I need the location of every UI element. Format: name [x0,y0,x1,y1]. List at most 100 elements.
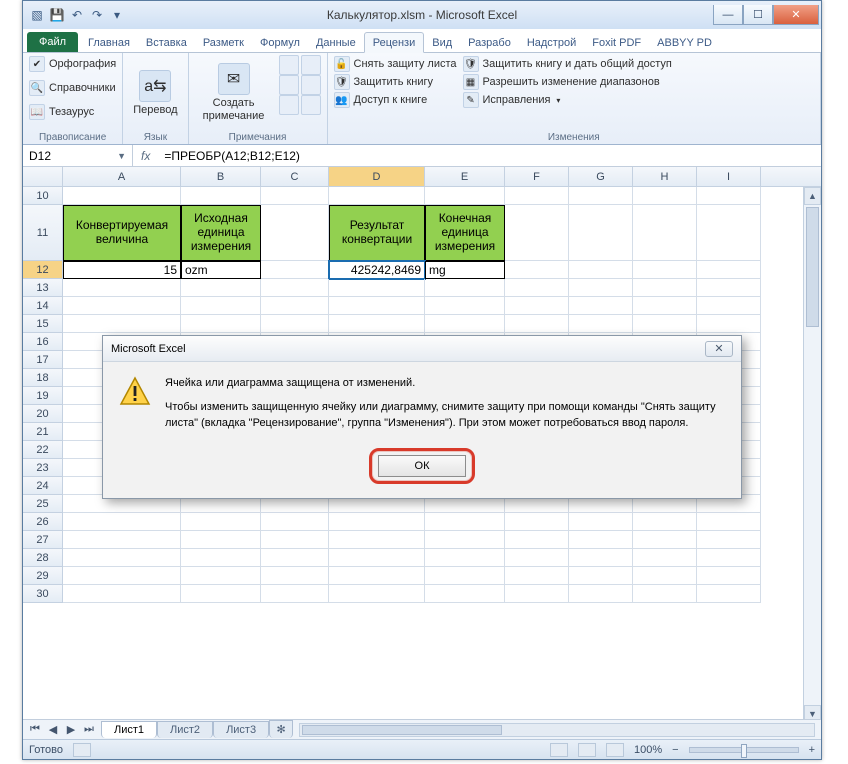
zoom-out-button[interactable]: − [672,744,678,756]
cell-A15[interactable] [63,315,181,333]
cell-I30[interactable] [697,585,761,603]
cell-H30[interactable] [633,585,697,603]
cell-D26[interactable] [329,513,425,531]
cell-B10[interactable] [181,187,261,205]
cell-H28[interactable] [633,549,697,567]
cell-E12[interactable]: mg [425,261,505,279]
tab-view[interactable]: Вид [424,33,460,52]
row-header-27[interactable]: 27 [23,531,63,549]
cell-E26[interactable] [425,513,505,531]
cell-B29[interactable] [181,567,261,585]
tab-addins[interactable]: Надстрой [519,33,584,52]
sheet-tab-3[interactable]: Лист3 [213,721,269,738]
cell-D10[interactable] [329,187,425,205]
cell-A29[interactable] [63,567,181,585]
show-comment-icon[interactable] [301,75,321,95]
sheet-nav-last-icon[interactable]: ⏭ [81,723,97,736]
cell-B27[interactable] [181,531,261,549]
show-all-comment-icon[interactable] [279,95,299,115]
cell-D30[interactable] [329,585,425,603]
cell-D29[interactable] [329,567,425,585]
cell-B26[interactable] [181,513,261,531]
row-header-12[interactable]: 12 [23,261,63,279]
dialog-close-button[interactable]: ✕ [705,341,733,357]
cell-H14[interactable] [633,297,697,315]
cell-I27[interactable] [697,531,761,549]
next-comment-icon[interactable] [279,75,299,95]
sheet-nav-next-icon[interactable]: ▶ [63,723,79,736]
row-header-16[interactable]: 16 [23,333,63,351]
cell-H10[interactable] [633,187,697,205]
col-header-I[interactable]: I [697,167,761,186]
share-workbook-button[interactable]: 👥Доступ к книге [334,91,457,109]
cell-E14[interactable] [425,297,505,315]
view-normal-icon[interactable] [550,743,568,757]
cell-G11[interactable] [569,205,633,261]
unprotect-sheet-button[interactable]: 🔓Снять защиту листа [334,55,457,73]
sheet-tab-2[interactable]: Лист2 [157,721,213,738]
allow-ranges-button[interactable]: ▦Разрешить изменение диапазонов [463,73,672,91]
cell-F27[interactable] [505,531,569,549]
col-header-H[interactable]: H [633,167,697,186]
cell-F12[interactable] [505,261,569,279]
cell-E11[interactable]: Конечная единица измерения [425,205,505,261]
cell-B28[interactable] [181,549,261,567]
col-header-C[interactable]: C [261,167,329,186]
row-header-21[interactable]: 21 [23,423,63,441]
cell-C30[interactable] [261,585,329,603]
cell-B14[interactable] [181,297,261,315]
row-header-26[interactable]: 26 [23,513,63,531]
row-header-22[interactable]: 22 [23,441,63,459]
tab-developer[interactable]: Разрабо [460,33,519,52]
cell-F29[interactable] [505,567,569,585]
cell-D15[interactable] [329,315,425,333]
cell-C13[interactable] [261,279,329,297]
cell-I10[interactable] [697,187,761,205]
col-header-G[interactable]: G [569,167,633,186]
cell-I26[interactable] [697,513,761,531]
cell-A28[interactable] [63,549,181,567]
select-all-corner[interactable] [23,167,63,186]
cell-F15[interactable] [505,315,569,333]
macro-record-icon[interactable] [73,743,91,757]
cell-C29[interactable] [261,567,329,585]
scroll-up-icon[interactable]: ▲ [804,187,821,205]
sheet-nav-first-icon[interactable]: ⏮ [27,723,43,736]
view-pagebreak-icon[interactable] [606,743,624,757]
row-header-14[interactable]: 14 [23,297,63,315]
translate-button[interactable]: a⇆ Перевод [129,55,181,130]
cell-D27[interactable] [329,531,425,549]
cell-F14[interactable] [505,297,569,315]
cell-G14[interactable] [569,297,633,315]
row-header-18[interactable]: 18 [23,369,63,387]
qat-dropdown-icon[interactable]: ▾ [109,7,125,23]
cell-G12[interactable] [569,261,633,279]
zoom-slider[interactable] [689,747,799,753]
cell-I11[interactable] [697,205,761,261]
col-header-A[interactable]: A [63,167,181,186]
protect-share-button[interactable]: 🛡Защитить книгу и дать общий доступ [463,55,672,73]
cell-A12[interactable]: 15 [63,261,181,279]
cell-C11[interactable] [261,205,329,261]
tab-layout[interactable]: Разметк [195,33,252,52]
cell-H29[interactable] [633,567,697,585]
cell-E10[interactable] [425,187,505,205]
cell-H13[interactable] [633,279,697,297]
row-header-19[interactable]: 19 [23,387,63,405]
tab-insert[interactable]: Вставка [138,33,195,52]
spelling-button[interactable]: ✔Орфография [29,55,116,73]
cell-H15[interactable] [633,315,697,333]
cell-I12[interactable] [697,261,761,279]
zoom-percent[interactable]: 100% [634,744,662,756]
cell-F26[interactable] [505,513,569,531]
sheet-tab-new[interactable]: ✻ [269,720,293,738]
row-header-25[interactable]: 25 [23,495,63,513]
chevron-down-icon[interactable]: ▼ [117,151,126,161]
cell-F13[interactable] [505,279,569,297]
row-header-15[interactable]: 15 [23,315,63,333]
cell-G15[interactable] [569,315,633,333]
show-ink-icon[interactable] [301,95,321,115]
cell-I15[interactable] [697,315,761,333]
cell-F10[interactable] [505,187,569,205]
cell-H26[interactable] [633,513,697,531]
